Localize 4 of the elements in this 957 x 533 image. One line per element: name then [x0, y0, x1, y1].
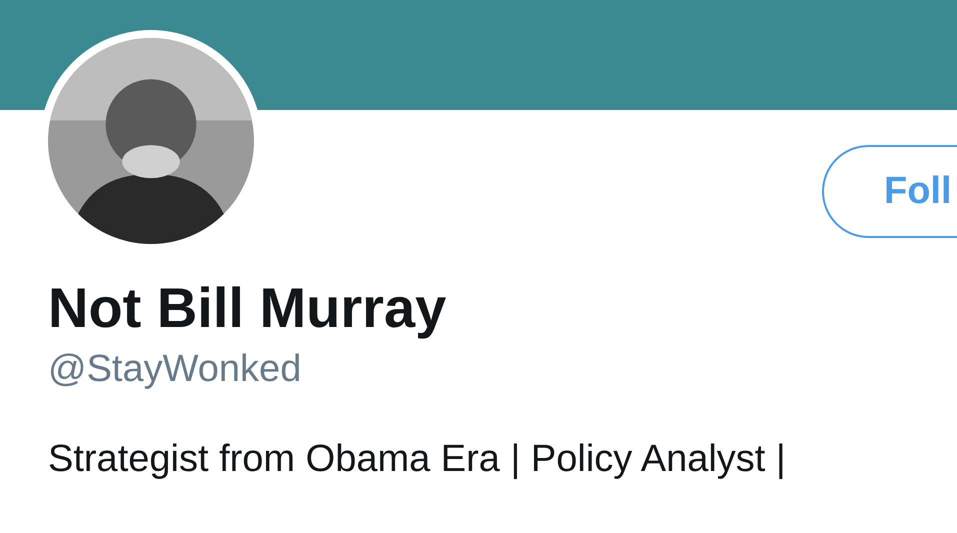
profile-handle: @StayWonked [48, 347, 302, 392]
profile-name: Not Bill Murray [48, 275, 448, 341]
profile-bio: Strategist from Obama Era | Policy Analyst | [48, 436, 787, 482]
follow-button[interactable]: Foll [822, 145, 957, 238]
